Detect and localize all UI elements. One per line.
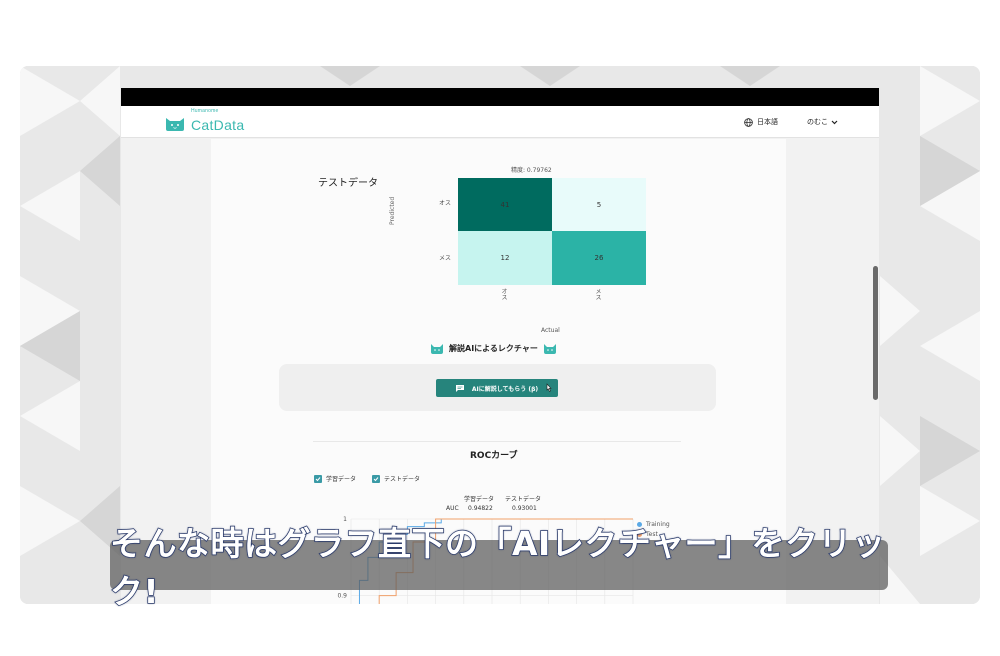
row-label-male: オス — [439, 200, 452, 207]
cat-logo-icon — [166, 118, 184, 131]
lecture-panel: AIに解説してもらう (β) — [279, 364, 716, 411]
checkbox-test-label: テストデータ — [384, 476, 421, 483]
ai-explain-button[interactable]: AIに解説してもらう (β) — [436, 379, 558, 397]
row-label-female: メス — [439, 255, 452, 262]
logo-subtitle: Humanome — [191, 108, 219, 114]
lecture-heading: 解説AIによるレクチャー — [425, 343, 562, 354]
mouse-pointer-icon — [546, 383, 552, 392]
ai-explain-button-label: AIに解説してもらう (β) — [471, 385, 539, 393]
cat-face-icon — [431, 344, 443, 354]
auc-header-training: 学習データ — [464, 496, 495, 503]
section-divider — [313, 441, 681, 442]
accuracy-label: 精度: 0.79762 — [511, 167, 552, 174]
app-logo[interactable]: Humanome CatData — [165, 108, 245, 134]
checkbox-checked-icon — [314, 474, 322, 483]
caption-text: そんな時はグラフ直下の「AIレクチャー」をクリック! — [109, 523, 886, 612]
logo-title: CatData — [191, 117, 245, 133]
actual-axis-label: Actual — [541, 327, 560, 334]
matrix-cell-tn: 26 — [552, 231, 646, 285]
confusion-matrix-title: テストデータ — [318, 178, 378, 189]
auc-value-test: 0.93001 — [512, 505, 537, 512]
checkbox-training-label: 学習データ — [326, 476, 357, 483]
checkbox-checked-icon — [372, 474, 380, 483]
scrollbar-thumb[interactable] — [873, 266, 878, 400]
checkbox-test[interactable]: テストデータ — [372, 474, 420, 483]
caption-bar: そんな時はグラフ直下の「AIレクチャー」をクリック! — [109, 523, 888, 612]
cat-face-icon — [543, 344, 556, 354]
matrix-cell-fp: 5 — [552, 178, 646, 231]
user-name: のむこ — [807, 118, 828, 126]
user-menu[interactable]: のむこ — [807, 117, 838, 127]
app-header: Humanome CatData 日本語 のむこ — [121, 106, 879, 138]
chevron-down-icon — [831, 120, 838, 124]
language-label: 日本語 — [757, 118, 778, 126]
auc-value-training: 0.94822 — [468, 505, 493, 512]
globe-icon — [744, 117, 753, 127]
browser-top-bar — [121, 88, 879, 106]
language-selector[interactable]: 日本語 — [744, 117, 778, 127]
auc-label: AUC — [446, 505, 459, 512]
video-frame: Humanome CatData 日本語 のむこ テストデータ 精度: 0.79… — [0, 0, 1000, 656]
matrix-cell-tp: 41 — [458, 178, 552, 231]
lecture-title: 解説AIによるレクチャー — [449, 344, 538, 353]
checkbox-training[interactable]: 学習データ — [314, 474, 356, 483]
roc-title: ROCカーブ — [470, 451, 518, 461]
predicted-axis-label: Predicted — [389, 196, 396, 225]
col-label-female: メス — [594, 288, 601, 300]
auc-header-test: テストデータ — [505, 496, 542, 503]
chat-icon — [455, 384, 464, 392]
matrix-cell-fn: 12 — [458, 231, 552, 285]
col-label-male: オス — [500, 288, 507, 300]
